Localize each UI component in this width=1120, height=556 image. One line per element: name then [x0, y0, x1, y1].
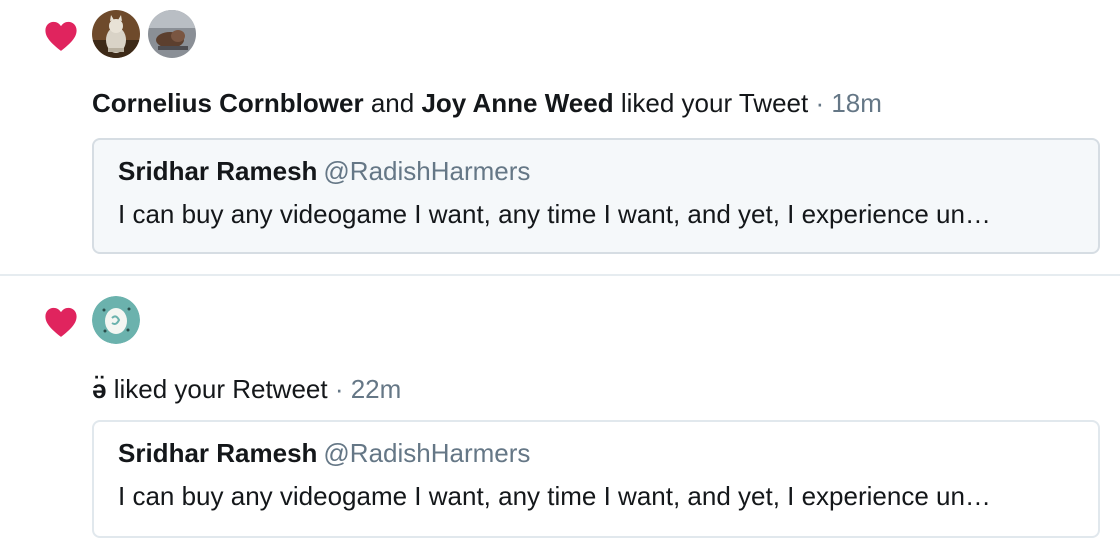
- actor-name[interactable]: ə̈: [92, 374, 106, 404]
- avatar-schwa-user[interactable]: [92, 296, 140, 344]
- action-text: liked your Retweet: [113, 374, 328, 404]
- notification-like-tweet[interactable]: Cornelius Cornblower and Joy Anne Weed l…: [0, 0, 1120, 276]
- notification-like-retweet[interactable]: ə̈ liked your Retweet · 22m Sridhar Rame…: [0, 276, 1120, 556]
- timestamp[interactable]: · 18m: [815, 88, 881, 118]
- tweet-author-handle: @RadishHarmers: [323, 438, 531, 468]
- tweet-author-name: Sridhar Ramesh: [118, 156, 318, 186]
- tweet-header: Sridhar Ramesh @RadishHarmers: [118, 438, 1074, 468]
- cat-photo-icon: [92, 10, 140, 58]
- quoted-tweet-card[interactable]: Sridhar Ramesh @RadishHarmers I can buy a…: [92, 420, 1100, 538]
- teal-egg-avatar-icon: [92, 296, 140, 344]
- timestamp[interactable]: · 22m: [335, 374, 401, 404]
- actor-name[interactable]: Joy Anne Weed: [421, 88, 613, 118]
- connector-text: and: [370, 88, 415, 118]
- heart-icon: [45, 21, 77, 51]
- tweet-text: I can buy any videogame I want, any time…: [118, 481, 991, 511]
- tweet-author-handle: @RadishHarmers: [323, 156, 531, 186]
- tweet-text: I can buy any videogame I want, any time…: [118, 199, 991, 229]
- avatar-cornelius[interactable]: [92, 10, 140, 58]
- notification-summary: ə̈ liked your Retweet · 22m: [92, 374, 401, 404]
- avatar-joy-anne[interactable]: [148, 10, 196, 58]
- tweet-header: Sridhar Ramesh @RadishHarmers: [118, 156, 1074, 186]
- dog-photo-icon: [148, 10, 196, 58]
- notification-summary: Cornelius Cornblower and Joy Anne Weed l…: [92, 88, 882, 118]
- actor-name[interactable]: Cornelius Cornblower: [92, 88, 364, 118]
- action-text: liked your Tweet: [620, 88, 809, 118]
- heart-icon: [45, 307, 77, 337]
- tweet-author-name: Sridhar Ramesh: [118, 438, 318, 468]
- quoted-tweet-card[interactable]: Sridhar Ramesh @RadishHarmers I can buy a…: [92, 138, 1100, 254]
